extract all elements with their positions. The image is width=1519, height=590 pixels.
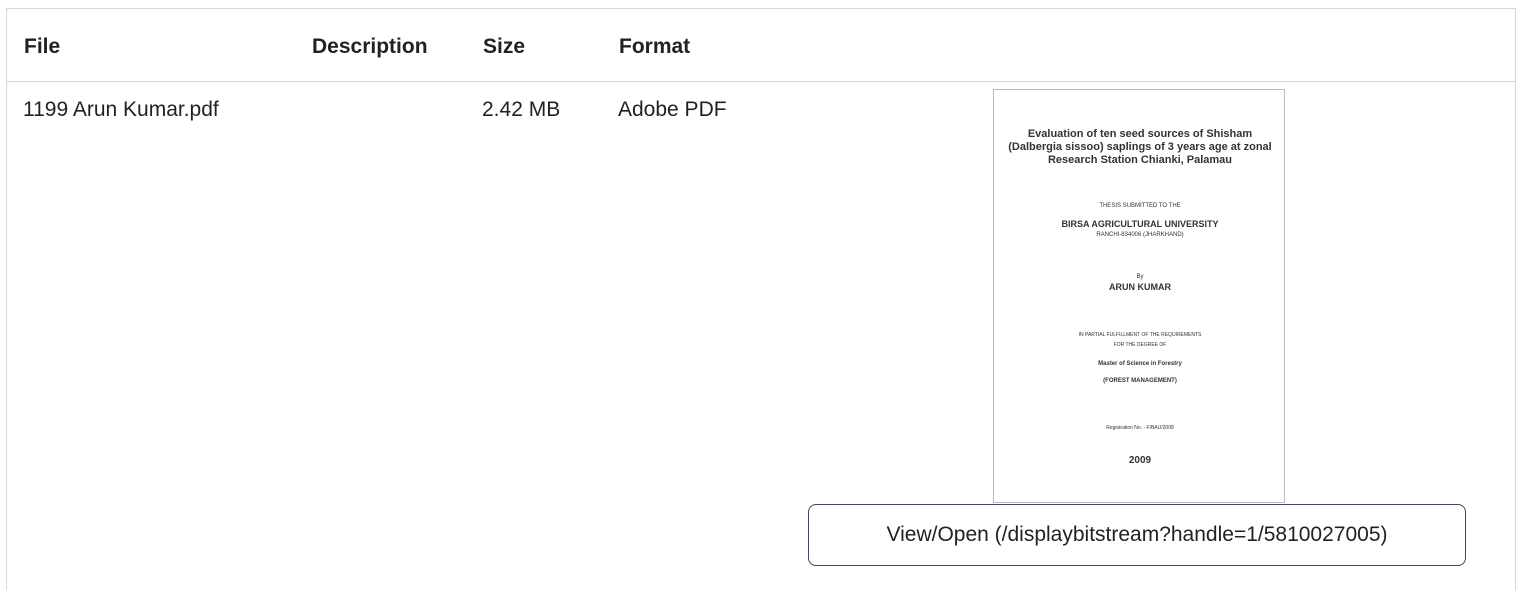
view-open-label: View/Open (/displaybitstream?handle=1/58… <box>886 523 1388 546</box>
thumbnail-for-degree: FOR THE DEGREE OF <box>1113 342 1167 348</box>
thumbnail-page: Evaluation of ten seed sources of Shisha… <box>994 90 1284 502</box>
thumbnail-university: BIRSA AGRICULTURAL UNIVERSITY <box>1061 219 1219 229</box>
column-header-description: Description <box>312 35 428 58</box>
view-open-button[interactable]: View/Open (/displaybitstream?handle=1/58… <box>808 504 1466 566</box>
column-header-file: File <box>24 35 61 58</box>
column-header-size: Size <box>483 35 526 58</box>
pdf-thumbnail[interactable]: Evaluation of ten seed sources of Shisha… <box>993 89 1285 503</box>
file-size: 2.42 MB <box>482 98 561 121</box>
thumbnail-by: By <box>1136 274 1144 280</box>
bitstream-table: File Description Size Format <box>6 8 1516 590</box>
thumbnail-thesis-line: THESIS SUBMITTED TO THE <box>1099 203 1181 209</box>
thumbnail-year: 2009 <box>1128 455 1152 466</box>
thumbnail-specialization: (FOREST MANAGEMENT) <box>1103 378 1177 384</box>
thumbnail-location: RANCHI-834006 (JHARKHAND) <box>1096 232 1184 238</box>
thumbnail-title: Evaluation of ten seed sources of Shisha… <box>1008 128 1272 166</box>
file-format: Adobe PDF <box>618 98 727 121</box>
column-header-format: Format <box>619 35 691 58</box>
thumbnail-registration: Registration No. - F/BAU/2008 <box>1106 425 1174 431</box>
thumbnail-author: ARUN KUMAR <box>1109 282 1171 292</box>
thumbnail-degree: Master of Science in Forestry <box>1098 361 1182 367</box>
table-header-row: File Description Size Format <box>7 9 1515 82</box>
file-name-link[interactable]: 1199 Arun Kumar.pdf <box>23 98 219 122</box>
thumbnail-partial: IN PARTIAL FULFILLMENT OF THE REQUIREMEN… <box>1078 332 1202 338</box>
